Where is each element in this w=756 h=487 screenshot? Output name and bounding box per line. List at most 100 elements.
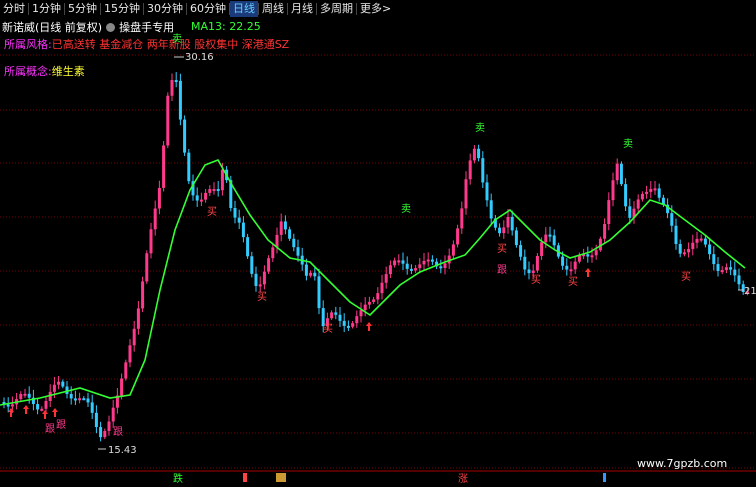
candle-body-340 [338, 314, 342, 321]
candle-body-122 [120, 378, 124, 396]
candle-body-521 [519, 245, 523, 257]
candle-body-571 [569, 269, 573, 272]
candle-body-285 [283, 221, 287, 230]
candle-body-479 [477, 148, 481, 159]
candle-body-441 [439, 266, 443, 269]
candle-body-512 [510, 216, 514, 231]
candle-body-306 [304, 264, 308, 276]
candle-body-382 [380, 282, 384, 294]
candle-body-298 [296, 247, 300, 256]
candlestick-chart[interactable]: 30.1615.4321卖卖卖卖买买买买买买买跟跟 跟跟跌涨 [0, 0, 756, 487]
candle-body-407 [405, 263, 409, 269]
candle-body-546 [544, 234, 548, 243]
candle-body-386 [384, 274, 388, 283]
candle-body-731 [729, 267, 733, 270]
candle-body-281 [279, 221, 283, 235]
candle-body-466 [464, 179, 468, 209]
ma13-line [0, 159, 746, 406]
candle-body-113 [111, 407, 115, 422]
candle-body-218 [216, 188, 220, 191]
candle-body-500 [498, 227, 502, 234]
candle-body-96 [94, 412, 98, 428]
candle-body-416 [414, 268, 418, 271]
signal-10: 买 [681, 271, 691, 283]
bottom-tick-2 [603, 473, 606, 482]
candle-body-357 [355, 316, 359, 324]
candle-body-348 [346, 325, 350, 328]
candle-body-395 [393, 260, 397, 266]
candle-body-445 [443, 263, 447, 268]
candle-body-659 [657, 188, 661, 198]
candle-body-269 [267, 258, 271, 272]
candle-body-369 [367, 301, 371, 305]
candle-body-180 [178, 80, 182, 120]
signal-2: 卖 [623, 138, 633, 150]
candle-body-21 [19, 393, 23, 400]
buy-arrow-4 [366, 322, 372, 331]
candle-body-164 [162, 145, 166, 188]
candle-body-151 [149, 229, 153, 254]
candle-body-126 [124, 362, 128, 379]
signal-12: 跟 [45, 423, 55, 435]
last-price-label: 21 [744, 286, 756, 297]
candle-body-726 [724, 267, 728, 271]
candle-body-134 [132, 328, 136, 346]
candle-body-80 [78, 398, 82, 401]
candle-body-176 [174, 80, 178, 83]
candle-body-684 [682, 252, 686, 255]
candle-body-722 [720, 270, 724, 273]
buy-arrow-0 [8, 408, 14, 417]
candle-body-424 [422, 260, 426, 265]
candle-body-201 [199, 199, 203, 202]
candle-body-575 [573, 261, 577, 270]
candle-body-411 [409, 268, 413, 271]
candle-body-46 [44, 400, 48, 409]
candle-body-718 [716, 264, 720, 271]
candle-body-462 [460, 208, 464, 229]
signal-6: 买 [323, 323, 333, 335]
candle-body-483 [481, 158, 485, 183]
candle-body-147 [145, 253, 149, 282]
candle-body-642 [640, 193, 644, 200]
candle-body-210 [208, 189, 212, 193]
bottom-tick-0 [243, 473, 247, 482]
candle-body-105 [103, 430, 107, 438]
candle-body-689 [687, 248, 691, 253]
candle-body-697 [695, 238, 699, 243]
candle-body-243 [241, 222, 245, 238]
candle-body-621 [619, 163, 623, 185]
candle-body-189 [187, 152, 191, 182]
candle-body-168 [166, 95, 170, 146]
signal-14: 跟 [497, 264, 507, 276]
bottom-mark-0: 跌 [173, 472, 183, 485]
candle-body-458 [456, 228, 460, 245]
signal-0: 卖 [475, 122, 485, 134]
candle-body-222 [220, 169, 224, 191]
candle-body-143 [141, 281, 145, 309]
candle-body-315 [313, 272, 317, 277]
high-price-label: 30.16 [185, 52, 214, 63]
candle-body-596 [594, 250, 598, 256]
candle-body-84 [82, 398, 86, 401]
candle-body-185 [183, 119, 187, 153]
candle-body-336 [334, 312, 338, 315]
candle-body-319 [317, 276, 321, 309]
candle-body-554 [552, 235, 556, 246]
candle-body-617 [615, 163, 619, 181]
candle-body-487 [485, 182, 489, 201]
candle-body-109 [107, 421, 111, 431]
candle-body-693 [691, 242, 695, 249]
bottom-tick-1 [276, 473, 286, 482]
candle-body-71 [69, 393, 73, 399]
candle-body-588 [586, 254, 590, 257]
candle-body-172 [170, 80, 174, 96]
signal-7: 买 [497, 243, 507, 255]
candle-body-651 [649, 188, 653, 192]
candle-body-453 [451, 244, 455, 256]
candle-body-138 [136, 308, 140, 329]
candle-body-235 [233, 207, 237, 218]
watermark: www.7gpzb.com [637, 457, 728, 470]
candle-body-638 [636, 199, 640, 209]
candle-body-88 [86, 398, 90, 403]
candle-body-504 [502, 227, 506, 234]
